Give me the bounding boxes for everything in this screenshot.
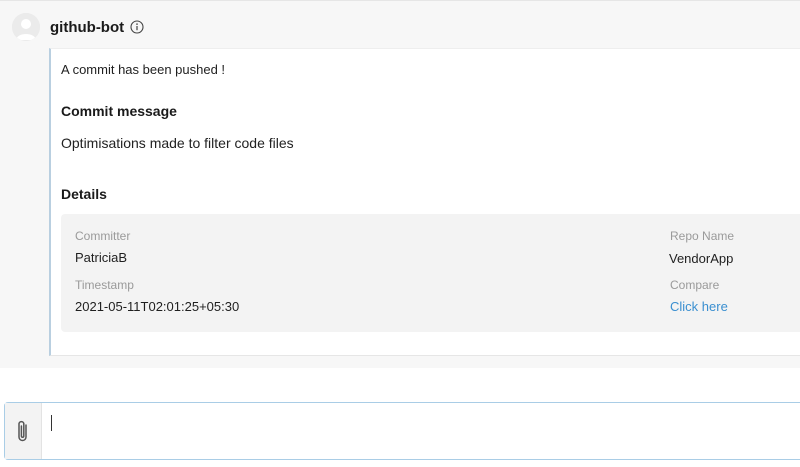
committer-label: Committer (75, 229, 131, 243)
commit-card: A commit has been pushed ! Commit messag… (49, 48, 800, 356)
paperclip-icon (18, 420, 27, 442)
attach-button[interactable] (5, 403, 42, 459)
details-box: Committer PatriciaB Timestamp 2021-05-11… (61, 214, 800, 332)
compare-label: Compare (670, 278, 720, 292)
avatar[interactable] (12, 13, 40, 41)
sender-name[interactable]: github-bot (50, 19, 124, 36)
commit-message-text: Optimisations made to filter code files (61, 135, 294, 151)
text-caret (51, 415, 52, 431)
timestamp-value: 2021-05-11T02:01:25+05:30 (75, 299, 240, 314)
message-item: github-bot A commit has been pushed ! Co… (0, 0, 800, 368)
repo-name-label: Repo Name (670, 229, 735, 243)
message-intro: A commit has been pushed ! (61, 62, 226, 77)
info-icon[interactable] (130, 20, 144, 34)
message-input[interactable] (42, 403, 800, 459)
chat-page: github-bot A commit has been pushed ! Co… (0, 0, 800, 467)
commit-message-heading: Commit message (61, 103, 177, 119)
timestamp-label: Timestamp (75, 278, 134, 292)
user-avatar-icon (12, 13, 40, 41)
details-heading: Details (61, 186, 107, 202)
repo-name-value: VendorApp (669, 251, 734, 266)
committer-value: PatriciaB (75, 250, 128, 265)
compare-link[interactable]: Click here (670, 299, 728, 314)
message-composer (4, 402, 800, 460)
sender-row: github-bot (50, 17, 144, 37)
